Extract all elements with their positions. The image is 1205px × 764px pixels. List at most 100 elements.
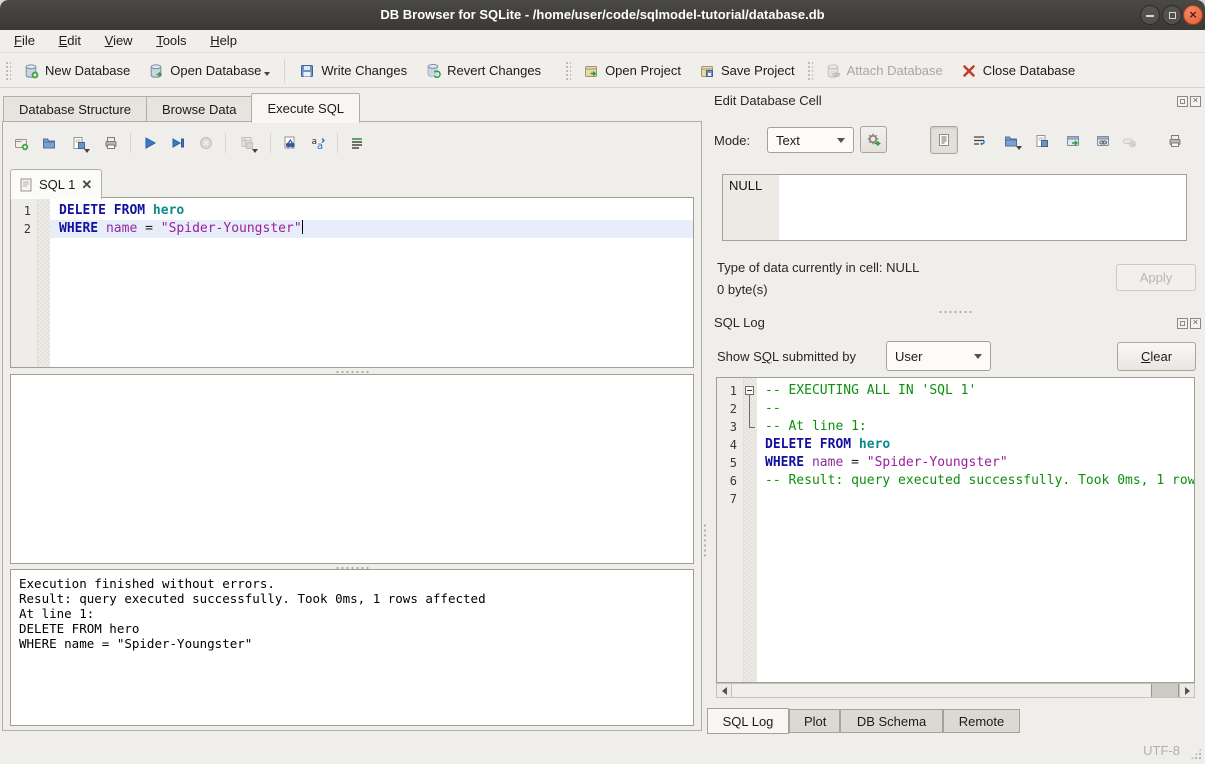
mode-label: Mode: bbox=[714, 133, 750, 148]
save-project-button[interactable]: Save Project bbox=[690, 59, 804, 83]
dock-tab-db-schema[interactable]: DB Schema bbox=[840, 709, 943, 733]
arrow-right-icon bbox=[1185, 687, 1190, 695]
scroll-left-button[interactable] bbox=[717, 684, 732, 697]
auto-switch-mode-button[interactable] bbox=[860, 126, 887, 153]
save-project-label: Save Project bbox=[721, 63, 795, 78]
save-results-button[interactable] bbox=[232, 130, 264, 156]
main-toolbar: New Database Open Database Write Changes… bbox=[0, 54, 1205, 88]
find-in-sql-button[interactable] bbox=[277, 130, 303, 156]
print-sql-button[interactable] bbox=[98, 130, 124, 156]
toolbar-drag-handle-2[interactable] bbox=[565, 61, 571, 81]
menu-tools[interactable]: Tools bbox=[146, 30, 196, 51]
execution-output-pane[interactable]: Execution finished without errors.Result… bbox=[10, 569, 694, 726]
open-in-external-app-button[interactable] bbox=[1061, 129, 1085, 153]
scroll-right-button[interactable] bbox=[1179, 684, 1194, 697]
execute-current-line-icon bbox=[170, 135, 186, 151]
main-vertical-splitter[interactable] bbox=[703, 520, 709, 560]
sql-editor[interactable]: 1 DELETE FROM hero 2 WHERE name = "Spide… bbox=[10, 197, 694, 368]
tab-database-structure[interactable]: Database Structure bbox=[3, 96, 147, 122]
set-null-button[interactable] bbox=[1117, 129, 1141, 153]
edit-cell-float-button[interactable] bbox=[1177, 96, 1188, 107]
menu-help[interactable]: Help bbox=[200, 30, 247, 51]
save-sql-dropdown-icon[interactable] bbox=[84, 149, 90, 153]
log-filter-select[interactable]: User bbox=[886, 341, 991, 371]
editor-line-1[interactable]: 1 DELETE FROM hero bbox=[11, 202, 693, 220]
open-database-button[interactable]: Open Database bbox=[139, 59, 279, 83]
resize-grip[interactable] bbox=[1190, 748, 1202, 760]
dock-tab-plot[interactable]: Plot bbox=[789, 709, 840, 733]
maximize-button[interactable] bbox=[1162, 5, 1182, 25]
minimize-button[interactable] bbox=[1140, 5, 1160, 25]
cell-mode-value: Text bbox=[776, 133, 800, 148]
scrollbar-thumb[interactable] bbox=[1151, 684, 1179, 697]
close-sql-tab-icon[interactable]: ✕ bbox=[81, 177, 92, 193]
set-null-icon bbox=[1121, 133, 1137, 149]
save-sql-file-button[interactable] bbox=[64, 130, 96, 156]
toolbar-drag-handle[interactable] bbox=[5, 61, 11, 81]
open-project-button[interactable]: Open Project bbox=[574, 59, 690, 83]
new-database-button[interactable]: New Database bbox=[14, 59, 139, 83]
cell-mode-select[interactable]: Text bbox=[767, 127, 854, 153]
execute-current-line-button[interactable] bbox=[165, 130, 191, 156]
code-text: -- Result: query executed successfully. … bbox=[757, 472, 1194, 490]
float-dock-icon bbox=[1180, 321, 1185, 326]
import-dropdown-icon[interactable] bbox=[1016, 146, 1022, 150]
sql-log-float-button[interactable] bbox=[1177, 318, 1188, 329]
toolbar-drag-handle-3[interactable] bbox=[807, 61, 813, 81]
dock-splitter[interactable] bbox=[935, 309, 975, 314]
results-grid[interactable] bbox=[10, 374, 694, 564]
sql-log-close-button[interactable]: × bbox=[1190, 318, 1201, 329]
menu-view[interactable]: View bbox=[95, 30, 143, 51]
print-cell-button[interactable] bbox=[1163, 129, 1187, 153]
sql-editor-tab[interactable]: SQL 1 ✕ bbox=[10, 169, 102, 199]
log-horizontal-scrollbar[interactable] bbox=[716, 683, 1195, 698]
cell-size-info: 0 byte(s) bbox=[717, 282, 768, 297]
open-sql-file-button[interactable] bbox=[36, 130, 62, 156]
cell-editor[interactable]: NULL bbox=[722, 174, 1187, 241]
menu-edit[interactable]: Edit bbox=[49, 30, 91, 51]
output-line: At line 1: bbox=[19, 606, 685, 621]
sql-log-view[interactable]: 1 -- EXECUTING ALL IN 'SQL 1' 2 -- 3 -- … bbox=[716, 377, 1195, 683]
text-mode-toggle-button[interactable] bbox=[930, 126, 958, 154]
apply-button[interactable]: Apply bbox=[1116, 264, 1196, 291]
output-line: Result: query executed successfully. Too… bbox=[19, 591, 685, 606]
encoding-indicator: UTF-8 bbox=[1143, 743, 1180, 758]
sql-file-icon bbox=[20, 178, 33, 192]
revert-changes-label: Revert Changes bbox=[447, 63, 541, 78]
import-cell-data-button[interactable] bbox=[997, 129, 1027, 153]
dock-tab-sql-log[interactable]: SQL Log bbox=[707, 708, 789, 734]
auto-complete-button[interactable]: aa bbox=[305, 130, 331, 156]
chevron-down-icon bbox=[974, 354, 982, 359]
cell-word-wrap-button[interactable] bbox=[967, 129, 991, 153]
stop-execution-button[interactable] bbox=[193, 130, 219, 156]
editor-line-2[interactable]: 2 WHERE name = "Spider-Youngster" bbox=[11, 220, 693, 238]
dock-tab-remote[interactable]: Remote bbox=[943, 709, 1020, 733]
attach-database-icon bbox=[825, 63, 841, 79]
write-changes-button[interactable]: Write Changes bbox=[290, 59, 416, 83]
cell-type-info: Type of data currently in cell: NULL bbox=[717, 260, 919, 275]
copy-link-button[interactable] bbox=[1091, 129, 1115, 153]
fold-collapse-icon[interactable] bbox=[745, 386, 754, 395]
attach-database-button[interactable]: Attach Database bbox=[816, 59, 952, 83]
close-database-button[interactable]: Close Database bbox=[952, 59, 1085, 83]
fold-margin bbox=[744, 436, 757, 454]
tab-browse-data[interactable]: Browse Data bbox=[146, 96, 252, 122]
export-cell-data-button[interactable] bbox=[1030, 129, 1054, 153]
fold-margin bbox=[744, 472, 757, 490]
open-database-dropdown-icon[interactable] bbox=[264, 72, 270, 76]
revert-changes-button[interactable]: Revert Changes bbox=[416, 59, 550, 83]
edit-cell-close-button[interactable]: × bbox=[1190, 96, 1201, 107]
word-wrap-button[interactable] bbox=[344, 130, 370, 156]
new-sql-tab-button[interactable] bbox=[8, 130, 34, 156]
sql-toolbar-separator bbox=[130, 133, 131, 153]
log-line-4: 4 DELETE FROM hero bbox=[717, 436, 1194, 454]
cell-value: NULL bbox=[723, 175, 779, 240]
close-window-button[interactable]: × bbox=[1183, 5, 1203, 25]
menu-file[interactable]: File bbox=[4, 30, 45, 51]
execute-all-button[interactable] bbox=[137, 130, 163, 156]
maximize-icon bbox=[1169, 12, 1176, 19]
tab-execute-sql[interactable]: Execute SQL bbox=[251, 93, 360, 123]
clear-log-button[interactable]: Clear bbox=[1117, 342, 1196, 371]
fold-margin[interactable] bbox=[744, 382, 757, 400]
code-text: WHERE name = "Spider-Youngster" bbox=[757, 454, 1194, 472]
